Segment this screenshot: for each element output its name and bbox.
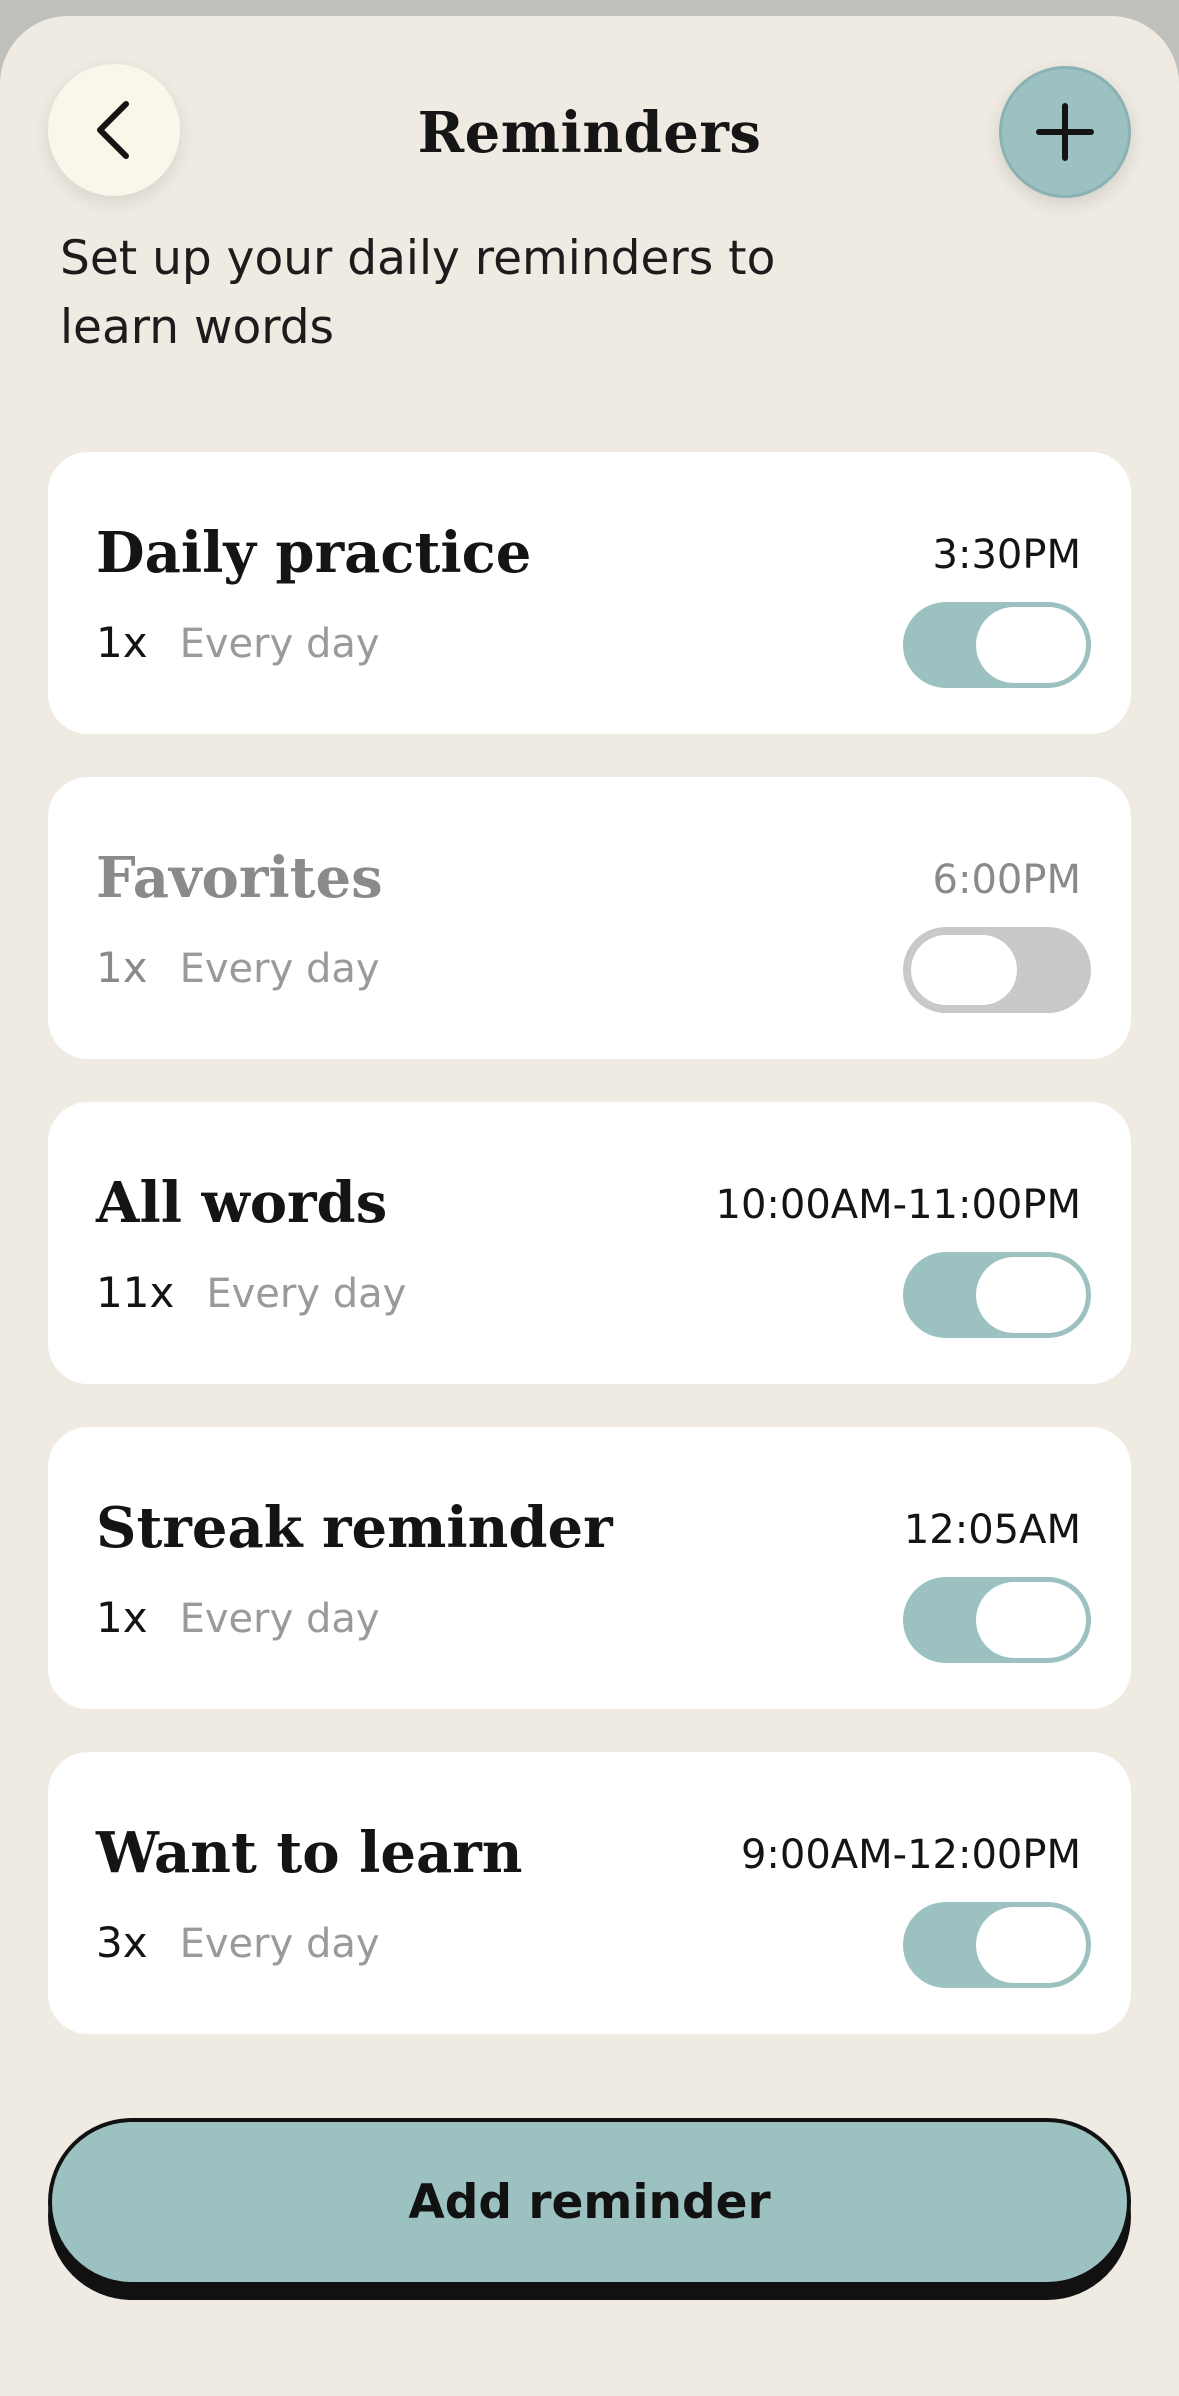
- reminder-time: 3:30PM: [932, 532, 1081, 578]
- add-reminder-icon-button[interactable]: [999, 66, 1131, 198]
- toggle-knob: [976, 607, 1086, 683]
- toggle-knob: [976, 1582, 1086, 1658]
- reminder-count: 1x: [96, 618, 148, 667]
- reminder-name: Daily practice: [96, 520, 532, 586]
- reminder-frequency: Every day: [179, 1596, 380, 1642]
- reminder-toggle[interactable]: [903, 1577, 1091, 1663]
- reminder-count: 1x: [96, 943, 148, 992]
- toggle-knob: [908, 932, 1020, 1008]
- reminder-frequency: Every day: [179, 621, 380, 667]
- reminder-meta: 1x Every day: [96, 618, 380, 667]
- add-reminder-button[interactable]: Add reminder: [48, 2118, 1131, 2286]
- reminder-toggle[interactable]: [903, 1902, 1091, 1988]
- reminder-name: Streak reminder: [96, 1495, 613, 1561]
- page-subtitle: Set up your daily reminders to learn wor…: [60, 231, 776, 355]
- reminder-meta: 1x Every day: [96, 1593, 380, 1642]
- reminder-list: Daily practice 3:30PM 1x Every day Favor…: [48, 452, 1131, 2077]
- toggle-knob: [976, 1257, 1086, 1333]
- reminder-count: 3x: [96, 1918, 148, 1967]
- reminder-frequency: Every day: [179, 946, 380, 992]
- reminder-meta: 11x Every day: [96, 1268, 406, 1317]
- reminder-card-streak-reminder[interactable]: Streak reminder 12:05AM 1x Every day: [48, 1427, 1131, 1709]
- plus-icon: [1036, 103, 1094, 161]
- toggle-knob: [976, 1907, 1086, 1983]
- reminder-card-want-to-learn[interactable]: Want to learn 9:00AM-12:00PM 3x Every da…: [48, 1752, 1131, 2034]
- reminder-toggle[interactable]: [903, 602, 1091, 688]
- reminder-count: 1x: [96, 1593, 148, 1642]
- reminder-frequency: Every day: [179, 1921, 380, 1967]
- reminder-name: Want to learn: [96, 1820, 523, 1886]
- reminders-screen: Reminders Set up your daily reminders to…: [0, 16, 1179, 2396]
- reminder-time: 6:00PM: [932, 857, 1081, 903]
- reminder-count: 11x: [96, 1268, 175, 1317]
- reminder-card-all-words[interactable]: All words 10:00AM-11:00PM 11x Every day: [48, 1102, 1131, 1384]
- reminder-card-daily-practice[interactable]: Daily practice 3:30PM 1x Every day: [48, 452, 1131, 734]
- reminder-toggle[interactable]: [903, 1252, 1091, 1338]
- reminder-time: 12:05AM: [903, 1507, 1081, 1553]
- reminder-toggle[interactable]: [903, 927, 1091, 1013]
- reminder-name: All words: [96, 1170, 388, 1236]
- reminder-time: 9:00AM-12:00PM: [740, 1832, 1081, 1878]
- reminder-time: 10:00AM-11:00PM: [715, 1182, 1082, 1228]
- reminder-card-favorites[interactable]: Favorites 6:00PM 1x Every day: [48, 777, 1131, 1059]
- reminder-meta: 1x Every day: [96, 943, 380, 992]
- reminder-frequency: Every day: [206, 1271, 407, 1317]
- reminder-name: Favorites: [96, 845, 383, 911]
- reminder-meta: 3x Every day: [96, 1918, 380, 1967]
